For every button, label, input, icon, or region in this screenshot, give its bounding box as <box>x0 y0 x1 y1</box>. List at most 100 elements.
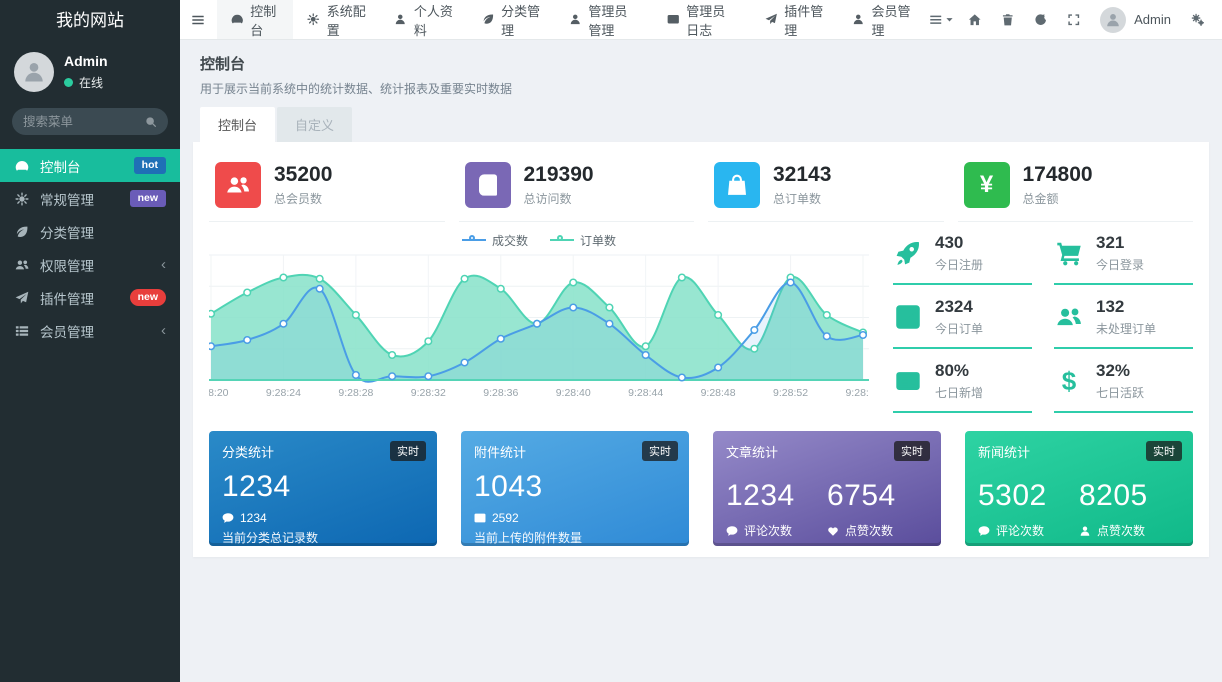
realtime-badge: 实时 <box>894 441 930 461</box>
stat-label: 未处理订单 <box>1096 322 1157 336</box>
users-icon <box>14 258 30 272</box>
metric-value: 1234 <box>726 479 795 512</box>
stat-value: 132 <box>1096 297 1125 316</box>
user-icon <box>569 13 582 26</box>
stat-label: 今日订单 <box>935 322 984 336</box>
svg-text:9:28:36: 9:28:36 <box>483 387 518 399</box>
main-content: 控制台 用于展示当前系统中的统计数据、统计报表及重要实时数据 控制台 自定义 3… <box>180 40 1222 682</box>
book-icon <box>476 173 500 197</box>
user-info: Admin 在线 <box>64 53 108 91</box>
sidebar-item-category[interactable]: 分类管理 <box>0 215 180 248</box>
realtime-badge: 实时 <box>390 441 426 461</box>
sidebar-toggle-button[interactable] <box>180 0 217 39</box>
home-button[interactable] <box>958 0 991 40</box>
svg-text:9:28:28: 9:28:28 <box>338 387 373 399</box>
refresh-button[interactable] <box>1024 0 1057 40</box>
heart-icon <box>827 525 839 537</box>
online-dot <box>64 78 73 87</box>
metric-value: 6754 <box>827 479 896 512</box>
tab-addon[interactable]: 插件管理 <box>751 0 838 39</box>
sidebar-item-auth[interactable]: 权限管理 ‹ <box>0 248 180 281</box>
realtime-badge: 实时 <box>642 441 678 461</box>
metric-value: 8205 <box>1079 479 1148 512</box>
metric-label-text: 点赞次数 <box>1097 524 1146 538</box>
tab-profile[interactable]: 个人资料 <box>380 0 467 39</box>
legend-marker <box>461 235 486 241</box>
book-tile <box>464 162 511 208</box>
settings-button[interactable] <box>1181 0 1214 40</box>
chevron-left-icon: ‹ <box>161 256 166 273</box>
svg-text:9:28:32: 9:28:32 <box>411 387 446 399</box>
user-icon <box>22 60 46 84</box>
content-tab-dashboard[interactable]: 控制台 <box>200 107 276 142</box>
svg-text:9:28:40: 9:28:40 <box>556 387 591 399</box>
fullscreen-button[interactable] <box>1057 0 1090 40</box>
stat-label: 今日注册 <box>935 258 984 272</box>
topbar-right: Admin <box>925 0 1222 39</box>
page-subtitle: 用于展示当前系统中的统计数据、统计报表及重要实时数据 <box>200 82 513 96</box>
card-article-stats: 文章统计 实时 1234 评论次数 6754 点赞次数 <box>713 431 941 546</box>
metric-label-text: 评论次数 <box>744 524 793 538</box>
tab-admin-log[interactable]: 管理员日志 <box>653 0 751 39</box>
legend-item[interactable]: 订单数 <box>550 232 616 249</box>
stat-value: 219390 <box>523 162 594 186</box>
clear-cache-button[interactable] <box>991 0 1024 40</box>
search-icon[interactable] <box>145 116 157 128</box>
refresh-icon <box>1034 13 1048 27</box>
tab-dashboard[interactable]: 控制台 <box>216 0 294 39</box>
stat-label: 今日登录 <box>1096 258 1145 272</box>
sidebar-item-general[interactable]: 常规管理 new <box>0 182 180 215</box>
content-tabs: 控制台 自定义 <box>200 107 1222 142</box>
sidebar-item-label: 权限管理 <box>40 258 94 274</box>
stat-value: 35200 <box>274 162 333 186</box>
card-value: 1234 <box>222 470 291 503</box>
svg-text:9:28:48: 9:28:48 <box>701 387 736 399</box>
dashboard-icon <box>231 13 244 26</box>
summary-total-amount: ¥ 174800 总金额 <box>957 154 1193 222</box>
tab-admin[interactable]: 管理员管理 <box>555 0 653 39</box>
summary-total-members: 35200 总会员数 <box>209 154 445 222</box>
legend-item[interactable]: 成交数 <box>461 232 528 249</box>
sidebar-item-addon[interactable]: 插件管理 new <box>0 281 180 314</box>
sidebar-item-member[interactable]: 会员管理 ‹ <box>0 314 180 347</box>
content-tab-custom[interactable]: 自定义 <box>277 107 353 142</box>
tab-label: 控制台 <box>250 3 277 38</box>
search-input[interactable] <box>23 114 139 129</box>
svg-text:9:28:20: 9:28:20 <box>209 387 229 399</box>
tab-system-config[interactable]: 系统配置 <box>293 0 380 39</box>
tab-category[interactable]: 分类管理 <box>468 0 555 39</box>
yen-icon: ¥ <box>979 171 994 198</box>
tab-label: 个人资料 <box>413 3 453 38</box>
sidebar-menu: 控制台 hot 常规管理 new 分类管理 权限管理 ‹ 插件管理 new 会员… <box>0 149 180 347</box>
page-header: 控制台 用于展示当前系统中的统计数据、统计报表及重要实时数据 <box>180 40 1222 97</box>
stat-value: 32143 <box>773 162 832 186</box>
tab-label: 会员管理 <box>871 3 911 38</box>
user-menu[interactable]: Admin <box>1090 6 1181 33</box>
legend-label: 订单数 <box>580 233 617 248</box>
stat-value: 174800 <box>1022 162 1093 186</box>
tab-list-dropdown[interactable] <box>925 0 958 40</box>
gears-icon <box>1191 13 1205 27</box>
chart-legend: 成交数 订单数 <box>209 230 869 250</box>
card-sub-value: 2592 <box>492 511 519 525</box>
paper-plane-icon <box>765 13 778 26</box>
quick-stat-logins: 321 今日登录 <box>1054 230 1193 285</box>
quick-stats: 430 今日注册 321 今日登录 2324 今日订单 132 未处理订单 80… <box>893 230 1193 413</box>
tab-label: 管理员管理 <box>588 3 628 38</box>
avatar <box>1100 6 1127 33</box>
svg-text:9:28:56: 9:28:56 <box>845 387 869 399</box>
tab-member[interactable]: 会员管理 <box>838 0 925 39</box>
metric-likes: 6754 点赞次数 <box>827 470 928 539</box>
legend-label: 成交数 <box>491 233 528 248</box>
sidebar-item-dashboard[interactable]: 控制台 hot <box>0 149 180 182</box>
realtime-badge: 实时 <box>1146 441 1182 461</box>
topbar-tabs: 控制台 系统配置 个人资料 分类管理 管理员管理 管理员日志 插件管理 会员管理 <box>216 0 925 39</box>
dashboard-icon <box>14 159 30 173</box>
stat-value: 32% <box>1096 361 1131 380</box>
user-panel: Admin 在线 <box>0 42 180 104</box>
stat-label: 总访问数 <box>523 192 572 207</box>
line-chart: 9:28:20 9:28:24 9:28:28 9:28:32 9:28:36 9:28:… <box>209 250 869 402</box>
sidebar-item-label: 分类管理 <box>40 225 94 241</box>
newspaper-icon <box>893 368 923 394</box>
summary-total-orders: 32143 总订单数 <box>708 154 944 222</box>
